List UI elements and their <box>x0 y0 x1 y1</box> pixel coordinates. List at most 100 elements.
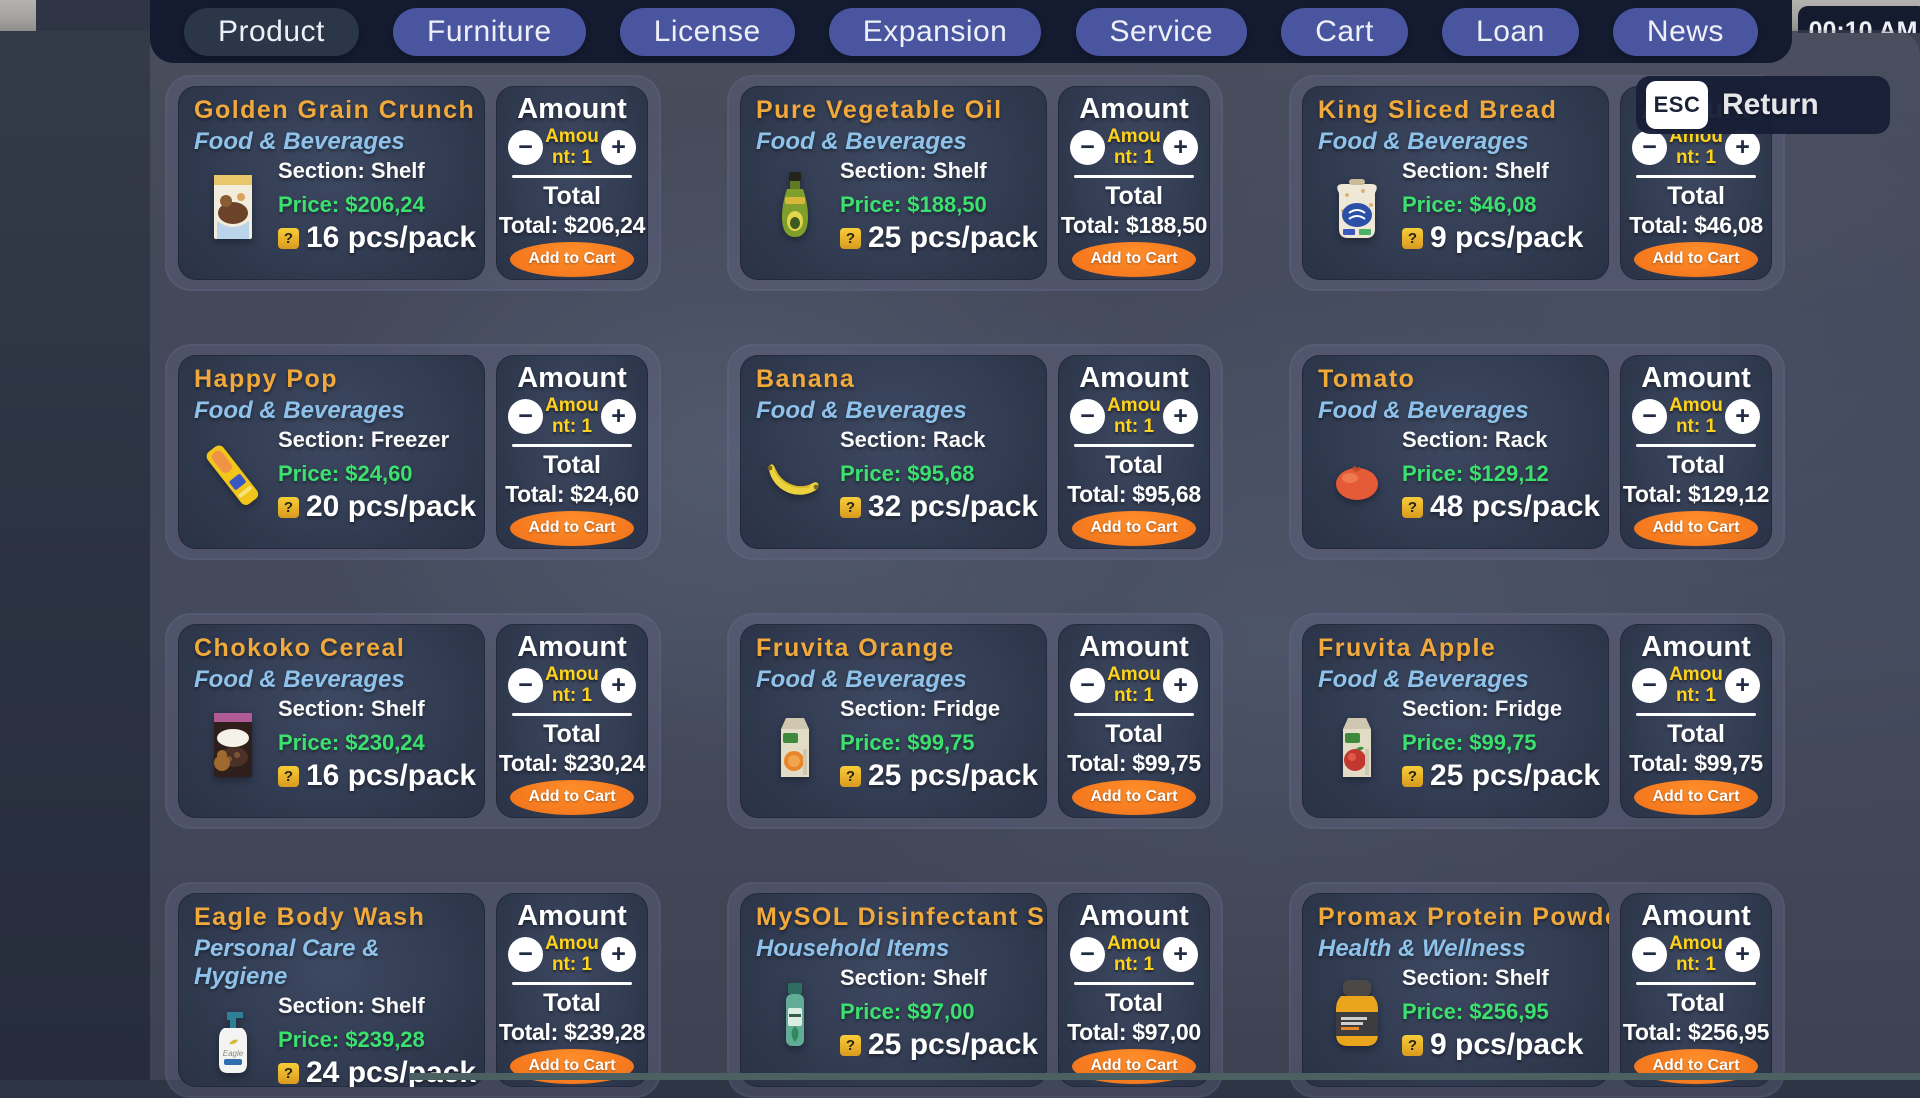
pack-question-icon: ? <box>1402 497 1423 518</box>
add-to-cart-button[interactable]: Add to Cart <box>1072 511 1196 546</box>
product-section: Section: Freezer <box>278 427 476 453</box>
product-category: Food & Beverages <box>756 397 1041 425</box>
amount-stepper: − Amou nt: 1 + <box>1070 396 1198 438</box>
pack-size-row: ? 32 pcs/pack <box>840 490 1038 524</box>
pack-size-row: ? 48 pcs/pack <box>1402 490 1600 524</box>
product-details: Section: Rack Price: $129,12 ? 48 pcs/pa… <box>1318 427 1603 524</box>
pack-question-icon: ? <box>278 228 299 249</box>
pack-question-icon: ? <box>840 497 861 518</box>
pack-size-row: ? 24 pcs/pack <box>278 1056 476 1087</box>
pack-size: 32 pcs/pack <box>868 490 1038 524</box>
amount-stepper: − Amou nt: 1 + <box>1070 934 1198 976</box>
amount-divider <box>512 713 632 716</box>
product-info-panel: Eagle Body Wash Personal Care & Hygiene … <box>178 893 485 1087</box>
amount-divider <box>1074 444 1194 447</box>
pack-size-row: ? 25 pcs/pack <box>840 221 1038 255</box>
total-title: Total <box>543 451 601 480</box>
product-name: King Sliced Bread <box>1318 96 1603 125</box>
product-price: Price: $129,12 <box>1402 461 1600 487</box>
product-info-panel: Promax Protein Powder Health & Wellness … <box>1302 893 1609 1087</box>
add-to-cart-button[interactable]: Add to Cart <box>1634 242 1758 277</box>
add-to-cart-button[interactable]: Add to Cart <box>510 511 634 546</box>
amount-panel: Amount − Amou nt: 1 + Total Total: $256,… <box>1620 893 1772 1087</box>
add-to-cart-button[interactable]: Add to Cart <box>1072 242 1196 277</box>
product-image <box>756 968 834 1060</box>
pack-size: 16 pcs/pack <box>306 221 476 255</box>
total-value: Total: $129,12 <box>1623 481 1769 508</box>
total-title: Total <box>543 182 601 211</box>
pack-size: 9 pcs/pack <box>1430 1028 1583 1062</box>
total-title: Total <box>1667 720 1725 749</box>
pack-size-row: ? 20 pcs/pack <box>278 490 476 524</box>
product-card: Fruvita Orange Food & Beverages Section:… <box>727 613 1223 829</box>
total-title: Total <box>543 989 601 1018</box>
pack-question-icon: ? <box>1402 766 1423 787</box>
add-to-cart-button[interactable]: Add to Cart <box>1634 511 1758 546</box>
add-to-cart-button[interactable]: Add to Cart <box>510 242 634 277</box>
product-details: Section: Shelf Price: $97,00 ? 25 pcs/pa… <box>756 965 1041 1062</box>
add-to-cart-button[interactable]: Add to Cart <box>510 780 634 815</box>
product-category: Personal Care & Hygiene <box>194 935 479 991</box>
pack-size-row: ? 16 pcs/pack <box>278 759 476 793</box>
return-button[interactable]: ESC Return <box>1636 76 1890 134</box>
product-image <box>756 699 834 791</box>
add-to-cart-button[interactable]: Add to Cart <box>1072 780 1196 815</box>
product-section: Section: Fridge <box>1402 696 1600 722</box>
product-info-panel: Tomato Food & Beverages Section: Rack Pr… <box>1302 355 1609 549</box>
product-details: Section: Shelf Price: $256,95 ? 9 pcs/pa… <box>1318 965 1603 1062</box>
tab-furniture[interactable]: Furniture <box>393 8 586 56</box>
product-category: Household Items <box>756 935 1041 963</box>
product-meta: Section: Shelf Price: $230,24 ? 16 pcs/p… <box>278 696 476 793</box>
tab-expansion[interactable]: Expansion <box>829 8 1042 56</box>
product-card: Fruvita Apple Food & Beverages Section: … <box>1289 613 1785 829</box>
amount-title: Amount <box>1641 631 1751 664</box>
tab-loan[interactable]: Loan <box>1442 8 1579 56</box>
product-card: Banana Food & Beverages Section: Rack Pr… <box>727 344 1223 560</box>
tab-license[interactable]: License <box>620 8 795 56</box>
amount-stepper: − Amou nt: 1 + <box>508 396 636 438</box>
product-info-panel: Chokoko Cereal Food & Beverages Section:… <box>178 624 485 818</box>
total-value: Total: $46,08 <box>1629 212 1763 239</box>
product-section: Section: Shelf <box>278 158 476 184</box>
product-image <box>194 996 272 1088</box>
pack-size-row: ? 25 pcs/pack <box>1402 759 1600 793</box>
amount-stepper: − Amou nt: 1 + <box>1070 127 1198 169</box>
product-card: Golden Grain Crunch Food & Beverages Sec… <box>165 75 661 291</box>
tab-service[interactable]: Service <box>1076 8 1248 56</box>
product-details: Section: Shelf Price: $46,08 ? 9 pcs/pac… <box>1318 158 1603 255</box>
product-image <box>1318 161 1396 253</box>
add-to-cart-button[interactable]: Add to Cart <box>1634 780 1758 815</box>
product-price: Price: $256,95 <box>1402 999 1583 1025</box>
amount-value: Amou nt: 1 <box>1660 934 1732 976</box>
pack-question-icon: ? <box>1402 228 1423 249</box>
product-section: Section: Rack <box>840 427 1038 453</box>
product-image <box>756 161 834 253</box>
product-details: Section: Shelf Price: $188,50 ? 25 pcs/p… <box>756 158 1041 255</box>
product-card: Happy Pop Food & Beverages Section: Free… <box>165 344 661 560</box>
product-price: Price: $99,75 <box>840 730 1038 756</box>
product-category: Food & Beverages <box>756 666 1041 694</box>
total-value: Total: $206,24 <box>499 212 645 239</box>
amount-value: Amou nt: 1 <box>536 396 608 438</box>
amount-title: Amount <box>1079 362 1189 395</box>
amount-divider <box>512 982 632 985</box>
pack-size: 24 pcs/pack <box>306 1056 476 1087</box>
amount-stepper: − Amou nt: 1 + <box>1632 396 1760 438</box>
amount-value: Amou nt: 1 <box>1098 665 1170 707</box>
tab-product[interactable]: Product <box>184 8 359 56</box>
product-name: Banana <box>756 365 1041 394</box>
amount-title: Amount <box>517 900 627 933</box>
amount-divider <box>1074 713 1194 716</box>
total-title: Total <box>1105 451 1163 480</box>
pack-question-icon: ? <box>840 1035 861 1056</box>
product-info-panel: King Sliced Bread Food & Beverages Secti… <box>1302 86 1609 280</box>
product-info-panel: Fruvita Apple Food & Beverages Section: … <box>1302 624 1609 818</box>
amount-panel: Amount − Amou nt: 1 + Total Total: $24,6… <box>496 355 648 549</box>
product-info-panel: Banana Food & Beverages Section: Rack Pr… <box>740 355 1047 549</box>
tab-news[interactable]: News <box>1613 8 1758 56</box>
product-category: Health & Wellness <box>1318 935 1603 963</box>
product-category: Food & Beverages <box>1318 128 1603 156</box>
tab-cart[interactable]: Cart <box>1281 8 1408 56</box>
amount-divider <box>512 175 632 178</box>
product-image <box>194 699 272 791</box>
